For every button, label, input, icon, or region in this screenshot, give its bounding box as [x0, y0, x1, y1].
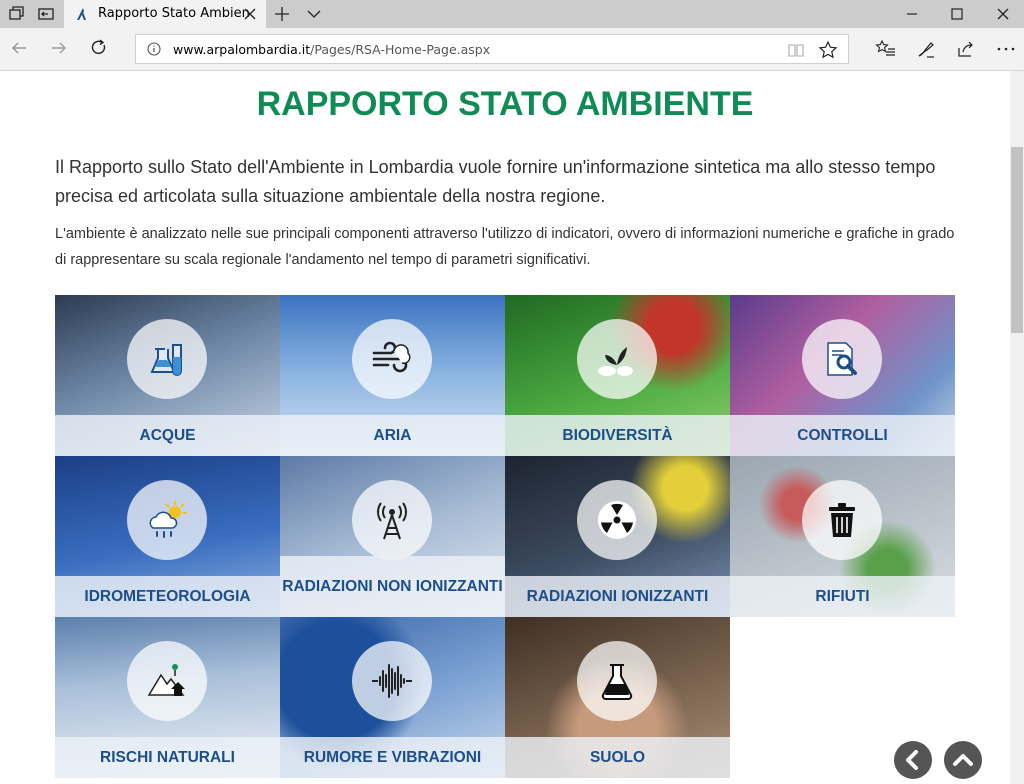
document-search-icon	[827, 342, 857, 376]
wind-icon	[372, 341, 411, 373]
antenna-icon	[377, 502, 407, 540]
refresh-icon[interactable]	[88, 37, 110, 59]
weather-icon	[149, 501, 187, 538]
tile-aria[interactable]: ARIA	[280, 295, 505, 456]
tile-label: SUOLO	[505, 737, 730, 778]
chevron-left-icon	[906, 750, 918, 770]
chevron-up-icon	[953, 754, 973, 766]
tile-suolo[interactable]: SUOLO	[505, 617, 730, 778]
tile-icon-circle	[352, 480, 432, 560]
active-tab[interactable]: Rapporto Stato Ambien	[64, 0, 266, 28]
tile-acque[interactable]: ACQUE	[55, 295, 280, 456]
tile-label: RIFIUTI	[730, 576, 955, 617]
tile-radiazioni-ionizzanti[interactable]: RADIAZIONI IONIZZANTI	[505, 456, 730, 617]
favorites-list-icon[interactable]	[875, 38, 897, 60]
intro-paragraph: Il Rapporto sullo Stato dell'Ambiente in…	[55, 157, 936, 206]
url-path: /Pages/RSA-Home-Page.aspx	[310, 42, 491, 57]
tab-manager-icon[interactable]	[6, 4, 26, 24]
tile-rischi-naturali[interactable]: RISCHI NATURALI	[55, 617, 280, 778]
browser-tab-bar: Rapporto Stato Ambien	[0, 0, 1024, 28]
tile-icon-circle	[127, 480, 207, 560]
tile-icon-circle	[577, 319, 657, 399]
flask-icon	[150, 344, 182, 376]
pen-annotate-icon[interactable]	[915, 38, 937, 60]
browser-navigation-bar: www.arpalombardia.it/Pages/RSA-Home-Page…	[0, 28, 1024, 71]
minimize-window-icon[interactable]	[902, 4, 922, 24]
maximize-window-icon[interactable]	[947, 4, 967, 24]
arpa-favicon-icon	[77, 8, 86, 20]
tile-icon-circle	[127, 319, 207, 399]
mountain-icon	[147, 664, 185, 696]
tile-icon-circle	[577, 641, 657, 721]
tile-icon-circle	[577, 480, 657, 560]
favorite-star-icon[interactable]	[818, 40, 838, 60]
site-info-icon[interactable]	[146, 41, 162, 57]
sound-wave-icon	[372, 664, 412, 698]
tile-rifiuti[interactable]: RIFIUTI	[730, 456, 955, 617]
close-window-icon[interactable]	[993, 4, 1013, 24]
description-paragraph: L'ambiente è analizzato nelle sue princi…	[55, 226, 955, 268]
more-options-icon[interactable]	[995, 38, 1017, 60]
tile-label: RUMORE E VIBRAZIONI	[280, 737, 505, 778]
tile-label: BIODIVERSITÀ	[505, 415, 730, 456]
set-aside-tabs-icon[interactable]	[36, 4, 56, 24]
tile-label: ACQUE	[55, 415, 280, 456]
tile-label: CONTROLLI	[730, 415, 955, 456]
tile-rumore-e-vibrazioni[interactable]: RUMORE E VIBRAZIONI	[280, 617, 505, 778]
back-button[interactable]	[894, 741, 932, 779]
tile-biodiversita[interactable]: BIODIVERSITÀ	[505, 295, 730, 456]
tile-icon-circle	[352, 641, 432, 721]
tile-label: RISCHI NATURALI	[55, 737, 280, 778]
share-icon[interactable]	[955, 38, 977, 60]
new-tab-icon[interactable]	[272, 4, 292, 24]
back-arrow-icon[interactable]	[8, 37, 30, 59]
tile-icon-circle	[127, 641, 207, 721]
scroll-to-top-button[interactable]	[944, 741, 982, 779]
sprout-icon	[598, 347, 633, 376]
soil-flask-icon	[601, 664, 633, 700]
chevron-down-icon[interactable]	[304, 4, 324, 24]
address-bar[interactable]: www.arpalombardia.it/Pages/RSA-Home-Page…	[135, 34, 849, 64]
tile-label: RADIAZIONI IONIZZANTI	[505, 576, 730, 617]
tile-radiazioni-non-ionizzanti[interactable]: RADIAZIONI NON IONIZZANTI	[280, 456, 505, 617]
url-text: www.arpalombardia.it/Pages/RSA-Home-Page…	[173, 42, 490, 58]
reading-view-icon[interactable]	[787, 41, 805, 59]
tile-icon-circle	[802, 319, 882, 399]
trash-icon	[829, 503, 855, 537]
tile-label: RADIAZIONI NON IONIZZANTI	[280, 556, 505, 617]
tile-icon-circle	[352, 319, 432, 399]
radiation-icon	[598, 501, 636, 539]
tile-label: IDROMETEOROLOGIA	[55, 576, 280, 617]
tile-icon-circle	[802, 480, 882, 560]
page-title: RAPPORTO STATO AMBIENTE	[256, 85, 754, 123]
tile-controlli[interactable]: CONTROLLI	[730, 295, 955, 456]
page-content: RAPPORTO STATO AMBIENTE Il Rapporto sull…	[0, 71, 1010, 784]
url-domain: www.arpalombardia.it	[173, 42, 311, 57]
tile-idrometeorologia[interactable]: IDROMETEOROLOGIA	[55, 456, 280, 617]
forward-arrow-icon[interactable]	[48, 37, 70, 59]
scrollbar-thumb[interactable]	[1011, 147, 1023, 333]
tile-label: ARIA	[280, 415, 505, 456]
close-tab-icon[interactable]	[240, 4, 260, 24]
tab-title: Rapporto Stato Ambien	[98, 6, 250, 21]
